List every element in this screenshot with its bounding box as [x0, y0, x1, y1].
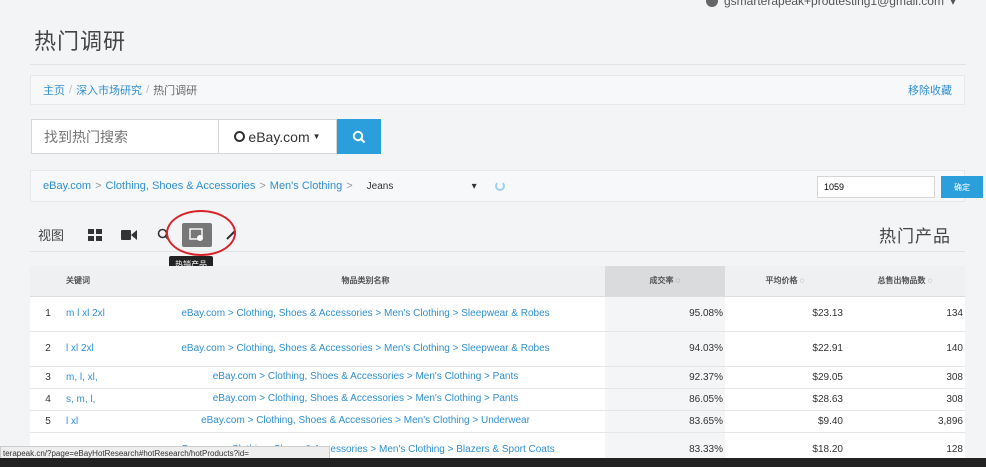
globe-icon — [234, 131, 246, 142]
taskbar-strip — [0, 458, 986, 467]
search-row: eBay.com ▼ — [31, 119, 381, 154]
row-index: 2 — [30, 331, 66, 367]
row-avg-price: $23.13 — [725, 296, 845, 332]
caret-down-icon: ▼ — [312, 132, 321, 141]
breadcrumb-market-research[interactable]: 深入市场研究 — [76, 82, 142, 98]
table-row: 4 s, m, l, eBay.com > Clothing, Shoes & … — [30, 388, 965, 411]
row-category[interactable]: eBay.com > Clothing, Shoes & Accessories… — [126, 388, 605, 411]
header-avg-price-label: 平均价格 — [765, 276, 798, 286]
row-index: 1 — [30, 296, 66, 332]
page-title: 热门调研 — [34, 29, 127, 54]
row-category[interactable]: eBay.com > Clothing, Shoes & Accessories… — [126, 296, 605, 332]
hot-products-table: 关键词 物品类别名称 成交率 ◌ 平均价格 ◌ 总售出物品数 ◌ 1 m l x… — [30, 266, 965, 467]
header-sell-through[interactable]: 成交率 ◌ — [605, 266, 725, 297]
header-total-sold[interactable]: 总售出物品数 ◌ — [845, 266, 965, 297]
row-index: 4 — [30, 388, 66, 411]
row-index: 3 — [30, 366, 66, 389]
row-keyword[interactable]: m l xl 2xl — [66, 296, 126, 332]
search-input[interactable] — [31, 119, 219, 154]
category-separator: > — [95, 180, 102, 192]
subcategory-select[interactable]: Jeans ▾ — [367, 181, 477, 192]
category-clothing[interactable]: Clothing, Shoes & Accessories — [106, 180, 256, 192]
category-ebay[interactable]: eBay.com — [43, 180, 91, 192]
row-total-sold: 3,896 — [845, 410, 965, 433]
subcategory-value: Jeans — [366, 180, 394, 192]
category-path-bar: eBay.com > Clothing, Shoes & Accessories… — [30, 170, 983, 202]
row-sell-through: 83.65% — [605, 410, 725, 433]
search-button[interactable] — [337, 119, 381, 154]
section-title: 热门产品 — [879, 227, 951, 246]
view-label: 视图 — [38, 228, 65, 243]
search-icon — [352, 130, 366, 143]
row-keyword[interactable]: l xl 2xl — [66, 331, 126, 367]
category-mens-clothing[interactable]: Men's Clothing — [270, 180, 342, 192]
remove-favorite-link[interactable]: 移除收藏 — [908, 82, 952, 98]
breadcrumb: 主页 / 深入市场研究 / 热门调研 移除收藏 — [30, 75, 965, 105]
confirm-button[interactable]: 确定 — [941, 176, 983, 198]
category-separator: > — [346, 180, 353, 192]
video-icon[interactable] — [114, 223, 144, 247]
breadcrumb-home[interactable]: 主页 — [43, 82, 65, 98]
table-header-row: 关键词 物品类别名称 成交率 ◌ 平均价格 ◌ 总售出物品数 ◌ — [30, 266, 965, 297]
row-total-sold: 308 — [845, 388, 965, 411]
row-avg-price: $28.63 — [725, 388, 845, 411]
site-select-value: eBay.com — [248, 128, 310, 145]
header-keyword[interactable]: 关键词 — [66, 266, 126, 297]
row-category[interactable]: eBay.com > Clothing, Shoes & Accessories… — [126, 366, 605, 389]
account-menu[interactable]: gsmarterapeak+prodtesting1@gmail.com ▾ — [706, 0, 956, 8]
table-row: 3 m, l, xl, eBay.com > Clothing, Shoes &… — [30, 366, 965, 389]
row-sell-through: 94.03% — [605, 331, 725, 367]
category-separator: > — [259, 180, 266, 192]
grid-icon[interactable] — [80, 223, 110, 247]
table-row: 2 l xl 2xl eBay.com > Clothing, Shoes & … — [30, 331, 965, 367]
row-index: 5 — [30, 410, 66, 433]
header-category[interactable]: 物品类别名称 — [126, 266, 605, 297]
row-category[interactable]: eBay.com > Clothing, Shoes & Accessories… — [126, 331, 605, 367]
row-avg-price: $22.91 — [725, 331, 845, 367]
row-sell-through: 86.05% — [605, 388, 725, 411]
header-sell-through-label: 成交率 — [649, 276, 674, 286]
table-row: 1 m l xl 2xl eBay.com > Clothing, Shoes … — [30, 296, 965, 332]
sort-icon: ◌ — [799, 276, 805, 286]
chevron-down-icon: ▾ — [471, 180, 477, 192]
row-total-sold: 134 — [845, 296, 965, 332]
highlight-ring — [166, 210, 236, 256]
account-email: gsmarterapeak+prodtesting1@gmail.com — [724, 0, 944, 8]
row-category[interactable]: eBay.com > Clothing, Shoes & Accessories… — [126, 410, 605, 433]
sort-icon: ◌ — [675, 276, 681, 286]
row-total-sold: 140 — [845, 331, 965, 367]
chevron-down-icon: ▾ — [949, 0, 956, 8]
row-keyword[interactable]: m, l, xl, — [66, 366, 126, 389]
row-avg-price: $9.40 — [725, 410, 845, 433]
table-row: 5 l xl eBay.com > Clothing, Shoes & Acce… — [30, 410, 965, 433]
site-select[interactable]: eBay.com ▼ — [219, 119, 337, 154]
row-total-sold: 308 — [845, 366, 965, 389]
breadcrumb-separator: / — [146, 84, 150, 96]
row-keyword[interactable]: s, m, l, — [66, 388, 126, 411]
row-sell-through: 92.37% — [605, 366, 725, 389]
header-avg-price[interactable]: 平均价格 ◌ — [725, 266, 845, 297]
row-sell-through: 95.08% — [605, 296, 725, 332]
loading-spinner-icon — [494, 181, 505, 191]
header-index — [30, 266, 66, 297]
breadcrumb-current: 热门调研 — [153, 85, 198, 97]
header-total-sold-label: 总售出物品数 — [877, 276, 926, 286]
breadcrumb-separator: / — [69, 84, 73, 96]
help-icon[interactable] — [706, 0, 718, 7]
quantity-input[interactable] — [817, 176, 935, 198]
sort-icon: ◌ — [927, 276, 933, 286]
row-keyword[interactable]: l xl — [66, 410, 126, 433]
title-divider — [30, 64, 966, 65]
row-avg-price: $29.05 — [725, 366, 845, 389]
